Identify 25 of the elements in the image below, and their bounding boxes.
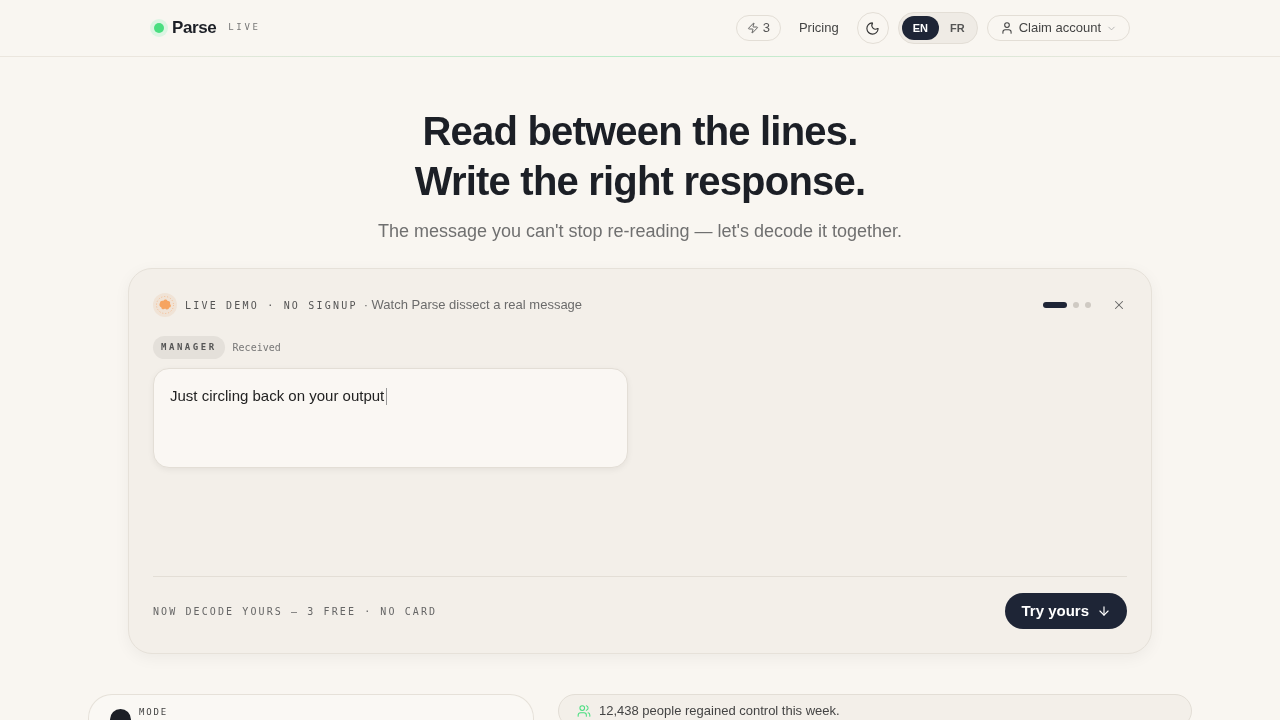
user-icon	[999, 21, 1014, 35]
hero-subtitle: The message you can't stop re-reading — let's decode it together.	[377, 220, 903, 243]
hero-title: Read between the lines. Write the right response.	[414, 108, 866, 205]
people-icon	[577, 704, 591, 718]
text-cursor-icon	[386, 387, 388, 405]
sender-tag: MANAGER	[153, 336, 225, 359]
demo-caption: · Watch Parse dissect a real message	[363, 296, 583, 315]
demo-eyebrow: LIVE DEMO · NO SIGNUP	[185, 298, 358, 313]
try-yours-button[interactable]: Try yours	[1005, 593, 1127, 629]
lightning-icon	[746, 22, 759, 34]
logo-text: Parse	[172, 17, 217, 40]
language-option[interactable]: EN	[901, 16, 939, 40]
arrow-down-icon	[1097, 604, 1111, 618]
live-label: LIVE	[228, 21, 261, 35]
message-text: Just circling back on your output	[170, 386, 385, 406]
close-icon	[1112, 298, 1126, 312]
step-indicator[interactable]	[1043, 302, 1067, 308]
moon-icon	[865, 20, 881, 36]
mode-label: MODE	[139, 707, 168, 717]
language-option[interactable]: FR	[940, 16, 974, 40]
message-status: Received	[232, 341, 281, 355]
footer-note: NOW DECODE YOURS — 3 FREE · NO CARD	[153, 604, 438, 619]
blob-badge-icon	[153, 293, 177, 317]
pricing-link[interactable]: Pricing	[789, 18, 848, 38]
social-proof-text: 12,438 people regained control this week.	[599, 702, 840, 720]
